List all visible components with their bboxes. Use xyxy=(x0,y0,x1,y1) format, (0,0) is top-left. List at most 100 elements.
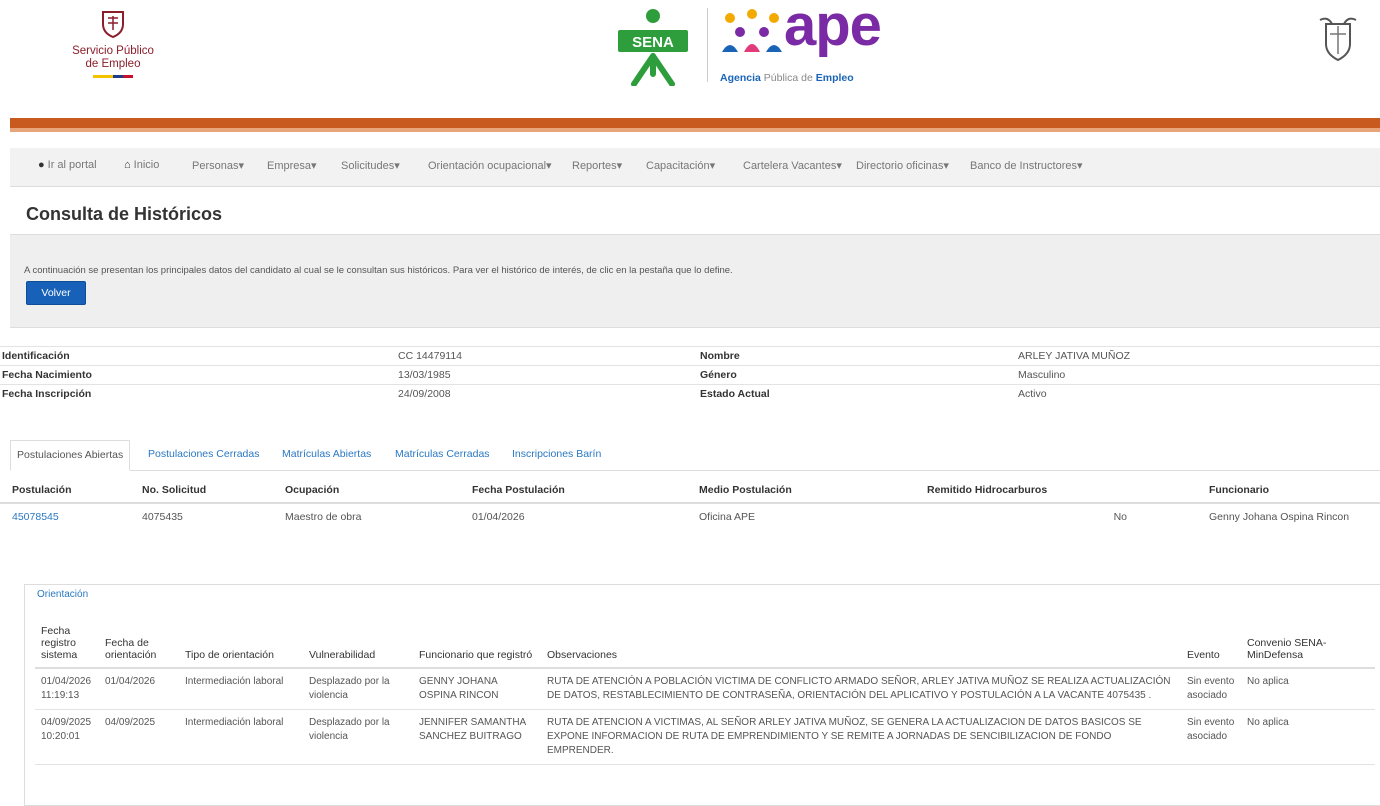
table-cell: Maestro de obra xyxy=(285,511,362,523)
table-header-row: Fecha registro sistema Fecha de orientac… xyxy=(35,621,1375,669)
header-accent-bar xyxy=(10,118,1380,132)
nav-item-personas[interactable]: Personas▾ xyxy=(192,159,244,172)
nav-item-portal[interactable]: ● Ir al portal xyxy=(38,159,97,171)
tab-postulaciones-cerradas[interactable]: Postulaciones Cerradas xyxy=(148,440,259,469)
ape-logo[interactable]: ape Agencia Pública de Empleo xyxy=(720,0,920,88)
home-icon: ⌂ xyxy=(124,159,131,171)
label-genero: Género xyxy=(698,365,1016,385)
nav-item-capacitacion[interactable]: Capacitación▾ xyxy=(646,159,715,172)
tab-matriculas-abiertas[interactable]: Matrículas Abiertas xyxy=(282,440,371,469)
colombia-flag-stripe xyxy=(93,75,133,78)
col-header: Vulnerabilidad xyxy=(303,621,413,669)
table-cell: Sin evento asociado xyxy=(1181,668,1241,710)
value-nombre: ARLEY JATIVA MUÑOZ xyxy=(1016,346,1380,366)
table-cell: Sin evento asociado xyxy=(1181,709,1241,765)
nav-item-solicitudes[interactable]: Solicitudes▾ xyxy=(341,159,400,172)
table-row: Fecha Inscripción 24/09/2008 Estado Actu… xyxy=(0,384,1380,403)
table-cell: RUTA DE ATENCIÓN A POBLACIÓN VICTIMA DE … xyxy=(541,668,1181,710)
tab-orientacion[interactable]: Orientación xyxy=(37,589,88,600)
ape-tag-prefix: Agencia xyxy=(720,72,761,84)
nav-item-empresa[interactable]: Empresa▾ xyxy=(267,159,317,172)
history-tabs: Postulaciones Abiertas Postulaciones Cer… xyxy=(10,440,1380,471)
ape-tag-suffix: Empleo xyxy=(815,72,854,84)
table-cell: 01/04/2026 xyxy=(99,668,179,710)
table-row: 04/09/2025 10:20:01 04/09/2025 Intermedi… xyxy=(35,709,1375,765)
ape-logo-mark: ape xyxy=(784,0,882,58)
site-header: Servicio Público de Empleo SENA ape Agen… xyxy=(0,0,1380,118)
col-header: Fecha Postulación xyxy=(460,478,687,504)
tab-matriculas-cerradas[interactable]: Matrículas Cerradas xyxy=(395,440,490,469)
coat-of-arms-icon xyxy=(1319,17,1357,62)
ape-tag-mid: Pública de xyxy=(763,72,813,84)
caret-down-icon: ▾ xyxy=(709,160,716,172)
value-genero: Masculino xyxy=(1016,365,1380,385)
info-panel: A continuación se presentan los principa… xyxy=(10,234,1380,328)
table-row: 45078545 4075435 Maestro de obra 01/04/2… xyxy=(0,503,1380,530)
table-cell: No aplica xyxy=(1241,668,1375,710)
nav-item-orientacion[interactable]: Orientación ocupacional▾ xyxy=(428,159,552,172)
main-navbar: ● Ir al portal ⌂ Inicio Personas▾ Empresa▾… xyxy=(10,148,1380,187)
table-cell: RUTA DE ATENCION A VICTIMAS, AL SEÑOR AR… xyxy=(541,709,1181,765)
table-row: Fecha Nacimiento 13/03/1985 Género Mascu… xyxy=(0,365,1380,385)
table-cell: Oficina APE xyxy=(699,511,756,523)
col-header: No. Solicitud xyxy=(130,478,273,504)
table-cell: JENNIFER SAMANTHA SANCHEZ BUITRAGO xyxy=(413,709,541,765)
tab-postulaciones-abiertas[interactable]: Postulaciones Abiertas xyxy=(10,440,131,471)
servicio-publico-empleo-logo[interactable]: Servicio Público de Empleo xyxy=(58,8,168,78)
people-icon xyxy=(722,9,782,52)
col-header: Remitido Hidrocarburos xyxy=(915,478,1197,504)
table-row: Identificación CC 14479114 Nombre ARLEY … xyxy=(0,346,1380,366)
label-fecha-nacimiento: Fecha Nacimiento xyxy=(0,365,396,385)
table-row: 01/04/2026 11:19:13 01/04/2026 Intermedi… xyxy=(35,668,1375,710)
table-cell: Genny Johana Ospina Rincon xyxy=(1209,511,1350,523)
table-cell: Desplazado por la violencia xyxy=(303,709,413,765)
spe-logo-line1: Servicio Público xyxy=(72,45,154,57)
sena-logo-text: SENA xyxy=(632,34,674,51)
caret-down-icon: ▾ xyxy=(546,160,552,172)
caret-down-icon: ▾ xyxy=(311,160,317,172)
table-cell: Intermediación laboral xyxy=(179,709,303,765)
nav-item-cartelera[interactable]: Cartelera Vacantes▾ xyxy=(743,159,842,172)
label-nombre: Nombre xyxy=(698,346,1016,366)
page-title: Consulta de Históricos xyxy=(26,204,223,224)
table-cell: Desplazado por la violencia xyxy=(303,668,413,710)
back-button[interactable]: Volver xyxy=(26,281,86,305)
nav-item-reportes[interactable]: Reportes▾ xyxy=(572,159,622,172)
table-cell: GENNY JOHANA OSPINA RINCON xyxy=(413,668,541,710)
table-cell: No xyxy=(1113,511,1127,523)
caret-down-icon: ▾ xyxy=(1077,160,1083,172)
col-header: Convenio SENA-MinDefensa xyxy=(1241,621,1375,669)
col-header: Postulación xyxy=(0,478,130,504)
col-header: Funcionario que registró xyxy=(413,621,541,669)
table-cell: 01/04/2026 11:19:13 xyxy=(35,668,99,710)
postulacion-link[interactable]: 45078545 xyxy=(12,511,59,523)
nav-item-banco-instructores[interactable]: Banco de Instructores▾ xyxy=(970,159,1083,172)
tab-inscripciones-barin[interactable]: Inscripciones Barín xyxy=(512,440,601,469)
col-header: Medio Postulación xyxy=(687,478,915,504)
value-estado-actual: Activo xyxy=(1016,384,1380,403)
caret-down-icon: ▾ xyxy=(943,160,949,172)
shield-icon xyxy=(102,11,124,39)
table-cell: 04/09/2025 10:20:01 xyxy=(35,709,99,765)
sena-logo[interactable]: SENA xyxy=(612,6,694,86)
col-header: Fecha de orientación xyxy=(99,621,179,669)
col-header: Ocupación xyxy=(273,478,460,504)
table-cell: 4075435 xyxy=(142,511,183,523)
value-identificacion: CC 14479114 xyxy=(396,346,698,366)
logo-separator xyxy=(707,8,708,82)
value-fecha-nacimiento: 13/03/1985 xyxy=(396,365,698,385)
table-cell: 04/09/2025 xyxy=(99,709,179,765)
postulaciones-table: Postulación No. Solicitud Ocupación Fech… xyxy=(0,478,1380,530)
nav-item-inicio[interactable]: ⌂ Inicio xyxy=(124,159,159,171)
label-estado-actual: Estado Actual xyxy=(698,384,1016,403)
table-cell: 01/04/2026 xyxy=(472,511,525,523)
caret-down-icon: ▾ xyxy=(616,160,623,172)
circle-icon: ● xyxy=(38,159,45,171)
value-fecha-inscripcion: 24/09/2008 xyxy=(396,384,698,403)
col-header: Evento xyxy=(1181,621,1241,669)
col-header: Observaciones xyxy=(541,621,1181,669)
label-identificacion: Identificación xyxy=(0,346,396,366)
caret-down-icon: ▾ xyxy=(238,160,245,172)
candidate-summary-table: Identificación CC 14479114 Nombre ARLEY … xyxy=(0,346,1380,403)
nav-item-directorio[interactable]: Directorio oficinas▾ xyxy=(856,159,949,172)
